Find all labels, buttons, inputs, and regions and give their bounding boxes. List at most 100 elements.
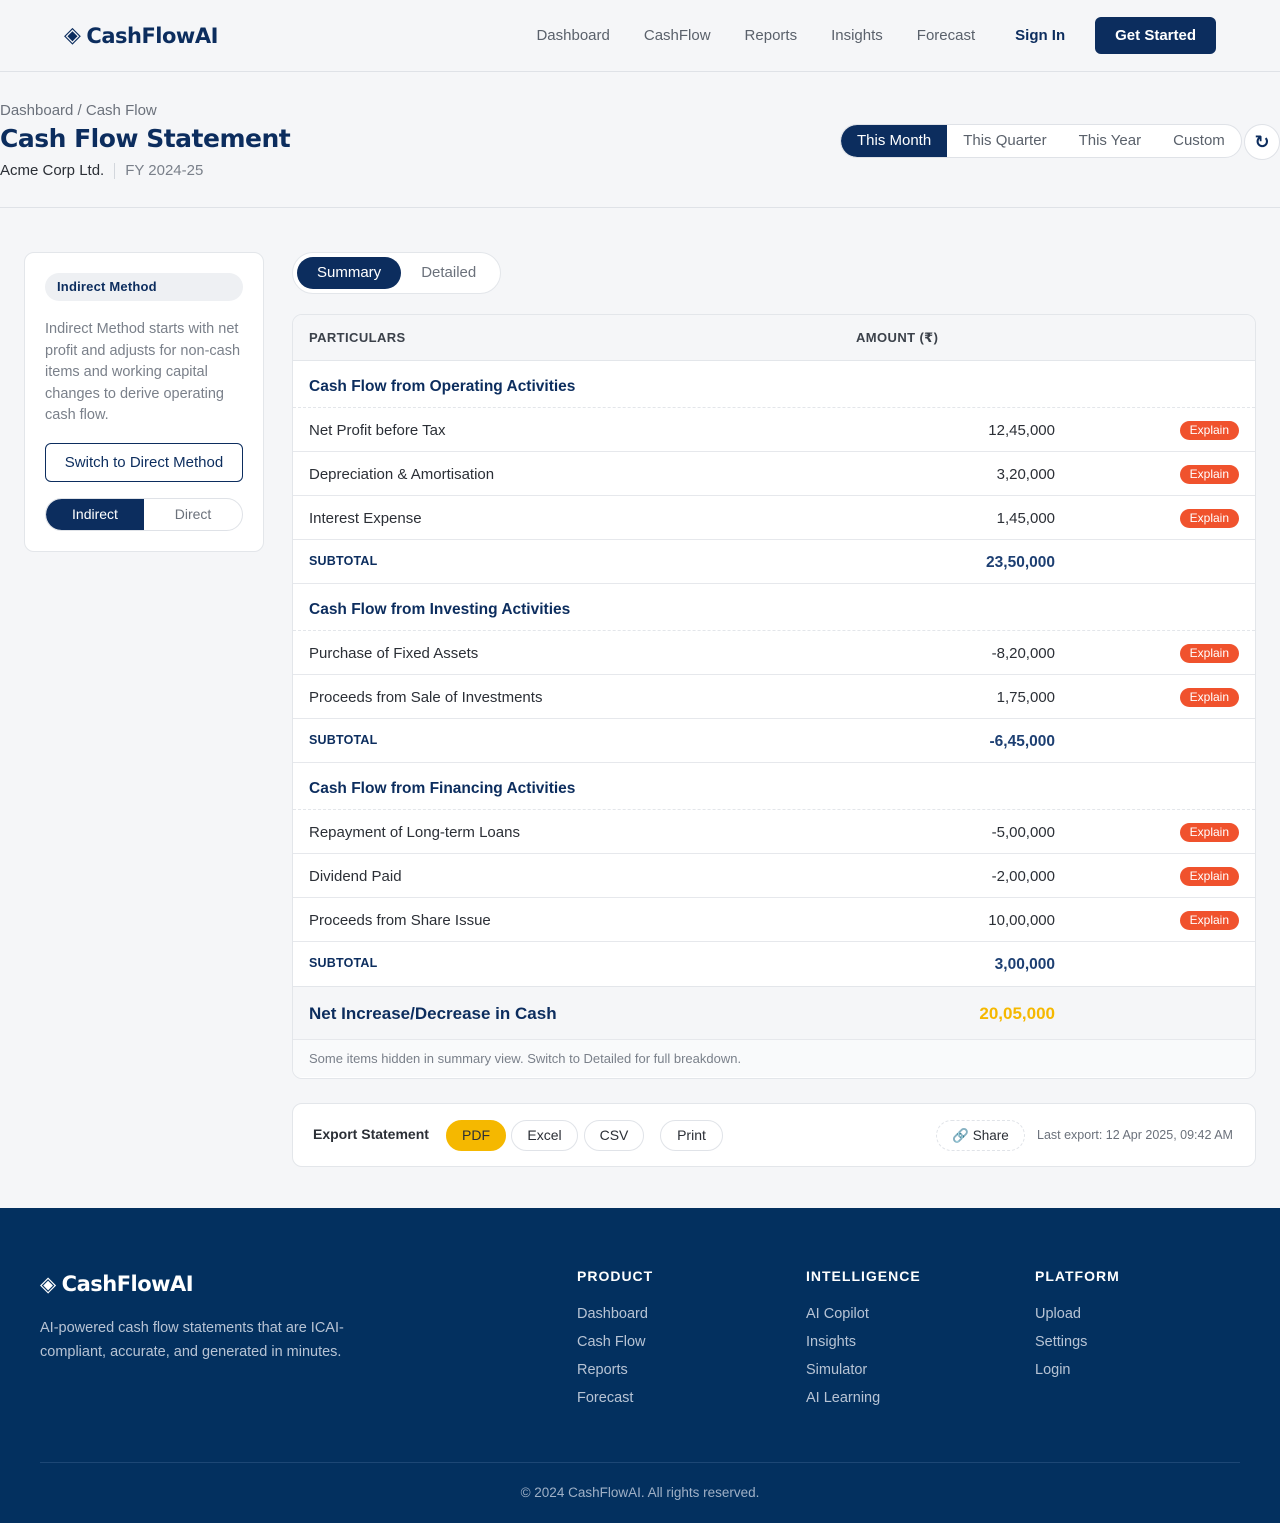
subtotal-row: SUBTOTAL -6,45,000	[293, 719, 1255, 763]
diamond-logo-icon: ◈	[64, 23, 81, 48]
top-navbar: ◈ CashFlowAI Dashboard CashFlow Reports …	[0, 0, 1280, 72]
footer-link-dashboard[interactable]: Dashboard	[577, 1306, 653, 1322]
table-header: PARTICULARS AMOUNT (₹)	[293, 315, 1255, 361]
row-amount: 12,45,000	[988, 422, 1055, 439]
row-amount: -2,00,000	[991, 868, 1055, 885]
period-this-month[interactable]: This Month	[841, 125, 948, 157]
refresh-icon: ↻	[1254, 131, 1270, 152]
row-amount: 10,00,000	[988, 912, 1055, 929]
table-row: Net Profit before Tax 12,45,000 Explain	[293, 408, 1255, 452]
subtotal-amount: -6,45,000	[989, 733, 1056, 750]
tab-summary[interactable]: Summary	[297, 257, 402, 289]
footer-col-product: PRODUCT Dashboard Cash Flow Reports Fore…	[577, 1268, 653, 1406]
subtotal-amount: 3,00,000	[994, 956, 1055, 973]
nav-dashboard[interactable]: Dashboard	[536, 27, 609, 44]
period-this-year[interactable]: This Year	[1063, 125, 1158, 157]
row-amount: -5,00,000	[991, 824, 1055, 841]
explain-button[interactable]: Explain	[1179, 867, 1239, 886]
section-operating: Cash Flow from Operating Activities	[293, 361, 1255, 408]
subtotal-label: SUBTOTAL	[309, 956, 378, 970]
footer-link-upload[interactable]: Upload	[1035, 1306, 1120, 1322]
explain-button[interactable]: Explain	[1179, 644, 1239, 663]
nav-reports[interactable]: Reports	[745, 27, 798, 44]
cash-flow-table: PARTICULARS AMOUNT (₹) Cash Flow from Op…	[292, 314, 1256, 1079]
breadcrumb: Dashboard / Cash Flow	[0, 102, 157, 119]
method-tag: Indirect Method	[45, 273, 243, 301]
explain-button[interactable]: Explain	[1179, 421, 1239, 440]
footer-col-platform: PLATFORM Upload Settings Login	[1035, 1268, 1120, 1378]
footer-heading: PLATFORM	[1035, 1268, 1120, 1284]
brand-name: CashFlowAI	[86, 23, 218, 48]
explain-button[interactable]: Explain	[1179, 465, 1239, 484]
row-amount: -8,20,000	[991, 645, 1055, 662]
export-pdf-button[interactable]: PDF	[446, 1120, 506, 1151]
tab-detailed[interactable]: Detailed	[401, 257, 496, 289]
subtotal-label: SUBTOTAL	[309, 554, 378, 568]
nav-insights[interactable]: Insights	[831, 27, 883, 44]
footer-brand-name: CashFlowAI	[61, 1272, 194, 1296]
row-amount: 3,20,000	[996, 466, 1055, 483]
section-title: Cash Flow from Investing Activities	[309, 601, 571, 618]
divider	[114, 162, 116, 179]
main-content: Indirect Method Indirect Method starts w…	[0, 208, 1280, 1208]
subtotal-label: SUBTOTAL	[309, 733, 378, 747]
period-this-quarter[interactable]: This Quarter	[947, 125, 1062, 157]
last-export-timestamp: Last export: 12 Apr 2025, 09:42 AM	[1037, 1128, 1233, 1142]
print-button[interactable]: Print	[660, 1120, 723, 1151]
explain-button[interactable]: Explain	[1179, 509, 1239, 528]
footer-link-forecast[interactable]: Forecast	[577, 1390, 653, 1406]
row-label: Net Profit before Tax	[309, 422, 446, 439]
explain-button[interactable]: Explain	[1179, 688, 1239, 707]
footer-heading: INTELLIGENCE	[806, 1268, 921, 1284]
footer-link-login[interactable]: Login	[1035, 1362, 1120, 1378]
row-label: Interest Expense	[309, 510, 422, 527]
table-row: Purchase of Fixed Assets -8,20,000 Expla…	[293, 631, 1255, 675]
footer-description: AI-powered cash flow statements that are…	[40, 1320, 344, 1360]
footer-link-ai-copilot[interactable]: AI Copilot	[806, 1306, 921, 1322]
export-csv-button[interactable]: CSV	[584, 1120, 644, 1151]
footer-link-insights[interactable]: Insights	[806, 1334, 921, 1350]
nav-cashflow[interactable]: CashFlow	[644, 27, 711, 44]
method-description: Indirect Method starts with net profit a…	[45, 321, 241, 423]
fiscal-year: FY 2024-25	[125, 162, 204, 179]
method-card: Indirect Method Indirect Method starts w…	[24, 252, 264, 552]
footer-link-settings[interactable]: Settings	[1035, 1334, 1120, 1350]
footer: ◈ CashFlowAI AI-powered cash flow statem…	[0, 1208, 1280, 1523]
subtotal-amount: 23,50,000	[986, 554, 1055, 571]
row-label: Purchase of Fixed Assets	[309, 645, 479, 662]
table-row: Proceeds from Share Issue 10,00,000 Expl…	[293, 898, 1255, 942]
switch-method-button[interactable]: Switch to Direct Method	[45, 442, 243, 482]
explain-button[interactable]: Explain	[1179, 911, 1239, 930]
copyright: © 2024 CashFlowAI. All rights reserved.	[520, 1485, 760, 1500]
method-indirect[interactable]: Indirect	[46, 498, 144, 530]
footer-link-ai-learning[interactable]: AI Learning	[806, 1390, 921, 1406]
sign-in-link[interactable]: Sign In	[1015, 27, 1065, 44]
title-band: Dashboard / Cash Flow Cash Flow Statemen…	[0, 72, 1280, 208]
table-row: Interest Expense 1,45,000 Explain	[293, 496, 1255, 540]
col-particulars: PARTICULARS	[309, 330, 406, 345]
explain-button[interactable]: Explain	[1179, 823, 1239, 842]
method-toggle: Indirect Direct	[45, 497, 243, 531]
company-name: Acme Corp Ltd.	[0, 162, 105, 179]
net-cash-label: Net Increase/Decrease in Cash	[309, 1004, 557, 1023]
footer-link-simulator[interactable]: Simulator	[806, 1362, 921, 1378]
subtotal-row: SUBTOTAL 23,50,000	[293, 540, 1255, 584]
page-title: Cash Flow Statement	[0, 124, 291, 153]
period-custom[interactable]: Custom	[1157, 125, 1241, 157]
footer-divider	[40, 1462, 1240, 1463]
export-excel-button[interactable]: Excel	[511, 1120, 578, 1151]
section-title: Cash Flow from Financing Activities	[309, 780, 576, 797]
footer-link-reports[interactable]: Reports	[577, 1362, 653, 1378]
footer-logo[interactable]: ◈ CashFlowAI	[40, 1272, 194, 1296]
section-investing: Cash Flow from Investing Activities	[293, 584, 1255, 631]
refresh-button[interactable]: ↻	[1244, 124, 1280, 160]
row-label: Depreciation & Amortisation	[309, 466, 495, 483]
get-started-button[interactable]: Get Started	[1095, 17, 1216, 54]
subtotal-row: SUBTOTAL 3,00,000	[293, 942, 1255, 986]
footer-link-cash-flow[interactable]: Cash Flow	[577, 1334, 653, 1350]
table-row: Dividend Paid -2,00,000 Explain	[293, 854, 1255, 898]
method-direct[interactable]: Direct	[144, 499, 242, 530]
nav-forecast[interactable]: Forecast	[917, 27, 975, 44]
brand-logo[interactable]: ◈ CashFlowAI	[64, 23, 218, 48]
share-button[interactable]: 🔗 Share	[936, 1120, 1025, 1151]
